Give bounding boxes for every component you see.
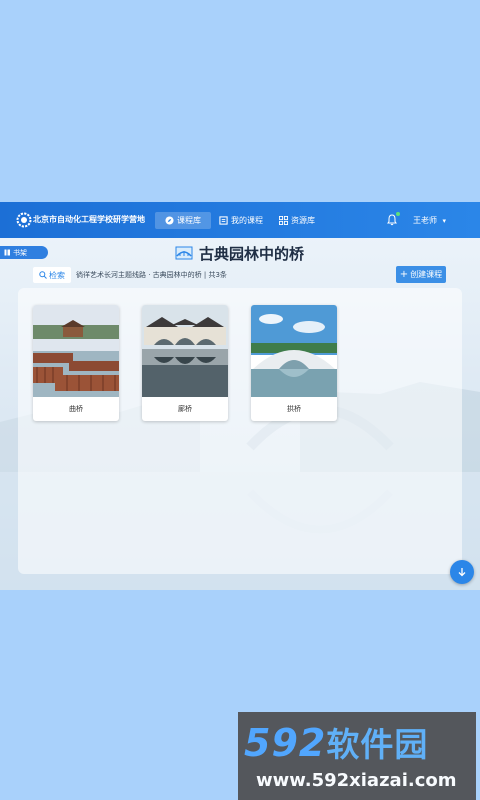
school-name: 北京市自动化工程学校研学营地 [33,215,145,224]
nav-label: 我的课程 [231,216,263,225]
create-course-button[interactable]: + 创建课程 [396,266,446,283]
search-button[interactable]: 检索 [33,267,71,283]
nav-label: 课程库 [177,216,201,225]
course-title: 曲桥 [69,405,83,413]
watermark-url: www.592xiazai.com [256,770,457,791]
app-window: 北京市自动化工程学校研学营地 课程库 我的课程 资源库 王老师 ▾ 书架 古典园… [0,202,480,590]
page-title-group: 古典园林中的桥 [175,242,304,264]
top-nav-bar: 北京市自动化工程学校研学营地 课程库 我的课程 资源库 王老师 ▾ [0,202,480,238]
search-icon [39,271,47,279]
course-title: 拱桥 [287,405,301,413]
scroll-down-button[interactable] [450,560,474,584]
school-logo-icon [16,212,32,228]
watermark-number: 592 [244,721,327,765]
search-label: 检索 [49,270,65,280]
nav-label: 资源库 [291,216,315,225]
watermark-brand: 592软件园 [244,718,428,766]
breadcrumb: 徜徉艺术长河主题线路 · 古典园林中的桥 | 共3条 [76,271,227,279]
course-card[interactable]: 拱桥 [251,305,337,421]
course-image-zigzag-bridge [33,305,119,397]
nav-course-library[interactable]: 课程库 [155,212,211,229]
bridge-icon [175,246,193,260]
watermark-text: 软件园 [326,725,429,764]
bookshelf-tab[interactable]: 书架 [0,246,48,259]
grid-icon [279,216,288,225]
course-card[interactable]: 廊桥 [142,305,228,421]
course-image-arch-bridge [251,305,337,397]
page-title: 古典园林中的桥 [199,244,305,263]
course-card[interactable]: 曲桥 [33,305,119,421]
user-menu[interactable]: 王老师 ▾ [413,215,446,226]
arrow-down-icon [458,568,466,577]
compass-icon [165,216,174,225]
course-image-covered-bridge [142,305,228,397]
create-course-label: 创建课程 [410,270,443,279]
site-watermark: 592软件园 www.592xiazai.com [238,712,476,800]
chevron-down-icon: ▾ [442,217,447,225]
course-title: 廊桥 [178,405,192,413]
user-name: 王老师 [413,216,437,225]
notification-dot [396,212,400,216]
plus-icon: + [399,268,409,280]
nav-resource-library[interactable]: 资源库 [269,212,325,229]
nav-my-courses[interactable]: 我的课程 [209,212,273,229]
bookshelf-label: 书架 [13,248,27,257]
bookshelf-icon [4,249,10,256]
book-icon [219,216,228,225]
